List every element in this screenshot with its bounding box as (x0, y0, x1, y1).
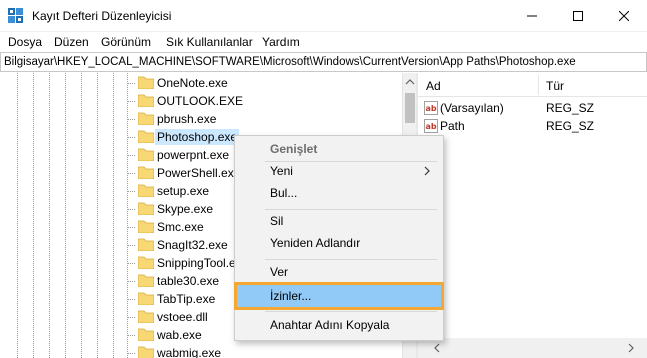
folder-icon (138, 292, 154, 305)
folder-icon (138, 238, 154, 251)
tree-item-label: powerpnt.exe (157, 148, 230, 162)
folder-icon (138, 112, 154, 125)
context-item-permissions[interactable]: İzinler... (234, 282, 444, 310)
folder-icon (138, 256, 154, 269)
tree-item-label: setup.exe (157, 184, 210, 198)
context-menu: Genişlet Yeni Bul... Sil Yeniden Adlandı… (234, 135, 444, 341)
folder-icon (138, 346, 154, 358)
tree-guide-line (65, 73, 66, 358)
tree-item-label: wabmig.exe (157, 346, 222, 358)
registry-editor-icon (8, 8, 23, 23)
address-bar[interactable]: Bilgisayar\HKEY_LOCAL_MACHINE\SOFTWARE\M… (0, 52, 647, 72)
column-header-name[interactable]: Ad (426, 79, 441, 93)
maximize-icon (573, 11, 583, 21)
context-item-find[interactable]: Bul... (237, 182, 441, 204)
folder-icon (138, 202, 154, 215)
tree-guide-line (81, 73, 82, 358)
list-horizontal-scrollbar[interactable] (418, 338, 647, 358)
tree-item-label: table30.exe (157, 274, 220, 288)
menu-help[interactable]: Yardım (262, 35, 300, 49)
folder-icon (138, 94, 154, 107)
svg-text:ab: ab (426, 104, 437, 113)
menu-separator (265, 311, 437, 312)
context-item-label: Yeniden Adlandır (270, 236, 361, 250)
folder-icon (138, 130, 154, 143)
tree-item-label: Skype.exe (157, 202, 214, 216)
value-name: (Varsayılan) (440, 101, 504, 115)
context-item-new[interactable]: Yeni (237, 160, 441, 182)
list-item[interactable]: ab Path REG_SZ (418, 117, 647, 135)
list-header: Ad Tür (418, 73, 647, 97)
tree-item-label: TabTip.exe (157, 292, 216, 306)
context-item-copy-key-name[interactable]: Anahtar Adını Kopyala (237, 314, 441, 336)
title-bar: Kayıt Defteri Düzenleyicisi (0, 0, 647, 32)
context-item-label: Yeni (270, 164, 293, 178)
tree-guide-line (97, 73, 98, 358)
scroll-thumb[interactable] (405, 93, 415, 123)
window-title: Kayıt Defteri Düzenleyicisi (32, 9, 172, 23)
context-item-label: Genişlet (270, 142, 318, 156)
menu-view[interactable]: Görünüm (101, 35, 151, 49)
tree-guide-line (49, 73, 50, 358)
tree-guide-line (113, 73, 114, 358)
tree-item-label: vstoee.dll (157, 310, 208, 324)
tree-item-label: Photoshop.exe (155, 129, 240, 145)
context-item-delete[interactable]: Sil (237, 210, 441, 232)
context-item-label: İzinler... (270, 289, 312, 303)
minimize-icon (527, 15, 537, 17)
maximize-button[interactable] (555, 0, 601, 32)
tree-guide-line (17, 73, 18, 358)
context-item-label: Ver (270, 265, 289, 279)
folder-icon (138, 328, 154, 341)
list-item[interactable]: ab (Varsayılan) REG_SZ (418, 99, 647, 117)
menu-bar: Dosya Düzen Görünüm Sık Kullanılanlar Ya… (0, 32, 647, 52)
context-item-rename[interactable]: Yeniden Adlandır (237, 232, 441, 254)
menu-edit[interactable]: Düzen (54, 35, 89, 49)
submenu-arrow-icon (424, 166, 430, 176)
close-button[interactable] (601, 0, 647, 32)
menu-separator (265, 259, 437, 260)
svg-text:ab: ab (426, 122, 437, 131)
value-type: REG_SZ (546, 101, 595, 115)
value-type: REG_SZ (546, 119, 595, 133)
value-name: Path (440, 119, 465, 133)
scroll-left-arrow-icon[interactable] (432, 343, 442, 353)
folder-icon (138, 166, 154, 179)
context-item-expand[interactable]: Genişlet (237, 138, 441, 160)
column-header-type[interactable]: Tür (546, 79, 564, 93)
folder-icon (138, 220, 154, 233)
context-item-label: Sil (270, 214, 284, 228)
context-item-export[interactable]: Ver (237, 261, 441, 283)
address-path: Bilgisayar\HKEY_LOCAL_MACHINE\SOFTWARE\M… (4, 56, 576, 68)
string-value-icon: ab (424, 101, 438, 115)
string-value-icon: ab (424, 119, 438, 133)
scroll-up-arrow-icon[interactable] (405, 77, 415, 87)
context-item-label: Anahtar Adını Kopyala (270, 318, 390, 332)
tree-item-label: Smc.exe (157, 220, 204, 234)
tree-item-label: OUTLOOK.EXE (157, 94, 244, 108)
tree-item-label: pbrush.exe (157, 112, 217, 126)
folder-icon (138, 274, 154, 287)
folder-icon (138, 184, 154, 197)
tree-guide-line (127, 73, 128, 358)
menu-favorites[interactable]: Sık Kullanılanlar (166, 35, 253, 49)
tree-item-label: OneNote.exe (157, 76, 228, 90)
close-icon (619, 11, 629, 21)
menu-file[interactable]: Dosya (8, 35, 42, 49)
tree-item-label: SnagIt32.exe (157, 238, 228, 252)
tree-item-label: wab.exe (157, 328, 202, 342)
context-item-label: Bul... (270, 186, 298, 200)
minimize-button[interactable] (509, 0, 555, 32)
values-list-pane[interactable]: Ad Tür ab (Varsayılan) REG_SZ ab Path RE… (418, 73, 647, 358)
tree-guide-line (33, 73, 34, 358)
tree-item-label: PowerShell.exe (157, 166, 241, 180)
folder-icon (138, 310, 154, 323)
folder-icon (138, 148, 154, 161)
folder-icon (138, 76, 154, 89)
scroll-right-arrow-icon[interactable] (626, 343, 636, 353)
column-divider[interactable] (538, 75, 539, 95)
